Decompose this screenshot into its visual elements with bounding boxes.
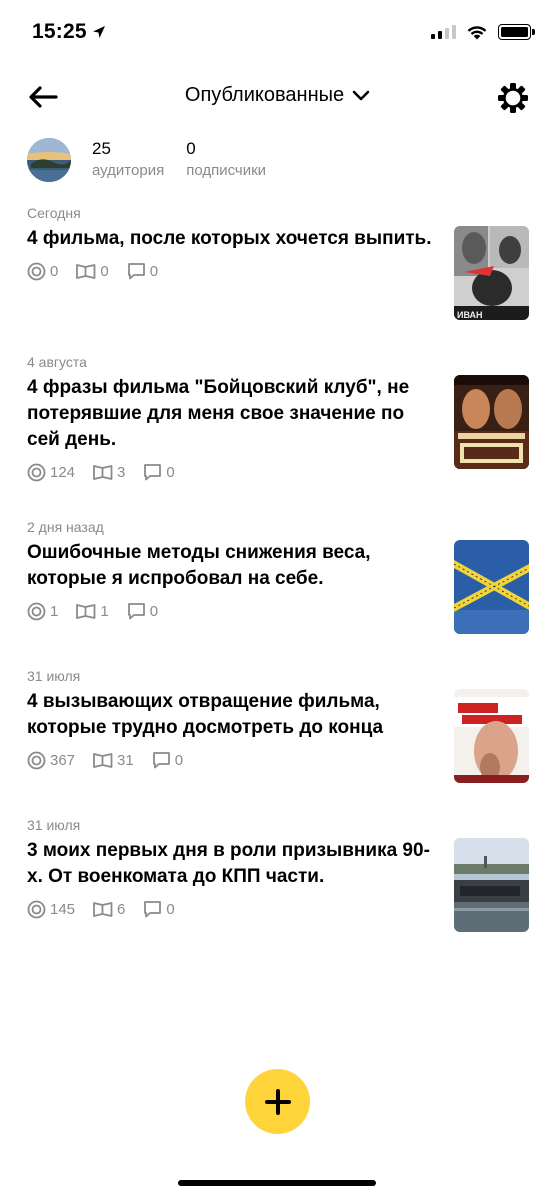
views-metric: 0 <box>27 262 58 281</box>
views-count: 367 <box>50 751 76 769</box>
article-date: 31 июля <box>27 817 81 833</box>
article-item[interactable]: Сегодня 4 фильма, после которых хочется … <box>27 200 529 320</box>
article-thumbnail[interactable] <box>454 838 529 932</box>
open-book-icon <box>93 901 113 917</box>
article-title[interactable]: 4 фразы фильма "Бойцовский клуб", не пот… <box>27 375 439 453</box>
reads-metric: 0 <box>76 262 109 280</box>
article-item[interactable]: 2 дня назад Ошибочные методы снижения ве… <box>27 514 529 634</box>
subscribers-stat: 0 подписчики <box>186 138 266 182</box>
reads-count: 0 <box>100 262 109 280</box>
article-date: 31 июля <box>27 668 81 684</box>
status-icons <box>431 24 535 40</box>
plus-icon <box>264 1088 291 1115</box>
article-thumbnail[interactable] <box>454 375 529 469</box>
article-date: 2 дня назад <box>27 519 104 535</box>
views-count: 124 <box>50 463 76 481</box>
reads-count: 1 <box>100 602 109 620</box>
comments-count: 0 <box>166 900 175 918</box>
article-date: Сегодня <box>27 205 81 221</box>
eye-circle-icon <box>27 463 46 481</box>
comments-count: 0 <box>174 751 184 769</box>
profile-summary: 25 аудитория 0 подписчики <box>27 138 266 182</box>
open-book-icon <box>76 263 96 279</box>
comments-metric: 0 <box>143 900 175 918</box>
speech-bubble-icon <box>144 901 162 918</box>
open-book-icon <box>76 603 96 619</box>
article-title[interactable]: 4 фильма, после которых хочется выпить. <box>27 226 439 252</box>
app-header: Опубликованные <box>0 72 555 122</box>
views-count: 145 <box>50 900 76 918</box>
article-thumbnail[interactable] <box>454 689 529 783</box>
chevron-down-icon <box>352 90 370 100</box>
status-time: 15:25 <box>32 20 87 43</box>
battery-icon <box>498 24 535 40</box>
article-title[interactable]: 3 моих первых дня в роли призывника 90-х… <box>27 838 439 890</box>
audience-value: 25 <box>92 139 111 158</box>
status-bar: 15:25 <box>0 0 555 66</box>
eye-circle-icon <box>27 900 46 918</box>
views-metric: 124 <box>27 463 75 482</box>
article-item[interactable]: 31 июля 3 моих первых дня в роли призывн… <box>27 812 529 932</box>
reads-metric: 31 <box>93 752 134 769</box>
svg-text:ИВАН: ИВАН <box>457 310 483 320</box>
article-thumbnail[interactable] <box>454 540 529 634</box>
audience-stat: 25 аудитория <box>92 138 164 182</box>
article-date: 4 августа <box>27 354 87 370</box>
comments-count: 0 <box>149 602 159 620</box>
reads-count: 3 <box>117 463 126 481</box>
subscribers-value: 0 <box>186 139 196 158</box>
open-book-icon <box>93 464 113 480</box>
comments-count: 0 <box>166 463 175 481</box>
eye-circle-icon <box>27 751 46 769</box>
reads-metric: 1 <box>76 602 109 620</box>
article-item[interactable]: 31 июля 4 вызывающих отвращение фильма, … <box>27 663 529 783</box>
views-metric: 367 <box>27 751 75 770</box>
speech-bubble-icon <box>127 603 145 620</box>
reads-metric: 6 <box>93 901 125 918</box>
speech-bubble-icon <box>152 752 170 769</box>
comments-metric: 0 <box>127 602 158 620</box>
comments-metric: 0 <box>143 463 175 481</box>
speech-bubble-icon <box>127 263 145 280</box>
home-indicator[interactable] <box>178 1180 376 1186</box>
reads-metric: 3 <box>93 464 125 481</box>
open-book-icon <box>93 752 113 768</box>
cellular-signal-icon <box>431 25 456 39</box>
comments-metric: 0 <box>127 262 158 280</box>
article-item[interactable]: 4 августа 4 фразы фильма "Бойцовский клу… <box>27 349 529 482</box>
views-metric: 1 <box>27 602 58 621</box>
location-arrow-icon <box>93 26 105 38</box>
reads-count: 6 <box>117 900 126 918</box>
filter-dropdown[interactable]: Опубликованные <box>0 84 555 107</box>
gear-icon[interactable] <box>497 82 529 114</box>
views-metric: 145 <box>27 900 75 919</box>
article-title[interactable]: Ошибочные методы снижения веса, которые … <box>27 540 439 592</box>
views-count: 1 <box>50 602 59 620</box>
subscribers-label: подписчики <box>186 162 267 179</box>
speech-bubble-icon <box>144 464 162 481</box>
article-thumbnail[interactable]: ИВАН <box>454 226 529 320</box>
reads-count: 31 <box>117 751 134 769</box>
add-article-button[interactable] <box>245 1069 310 1134</box>
eye-circle-icon <box>27 602 46 620</box>
article-title[interactable]: 4 вызывающих отвращение фильма, которые … <box>27 689 439 741</box>
eye-circle-icon <box>27 262 46 280</box>
views-count: 0 <box>50 262 59 280</box>
avatar[interactable] <box>27 138 71 182</box>
page-title: Опубликованные <box>184 84 345 106</box>
wifi-icon <box>467 26 487 40</box>
comments-metric: 0 <box>152 751 183 769</box>
audience-label: аудитория <box>92 162 165 179</box>
comments-count: 0 <box>149 262 159 280</box>
